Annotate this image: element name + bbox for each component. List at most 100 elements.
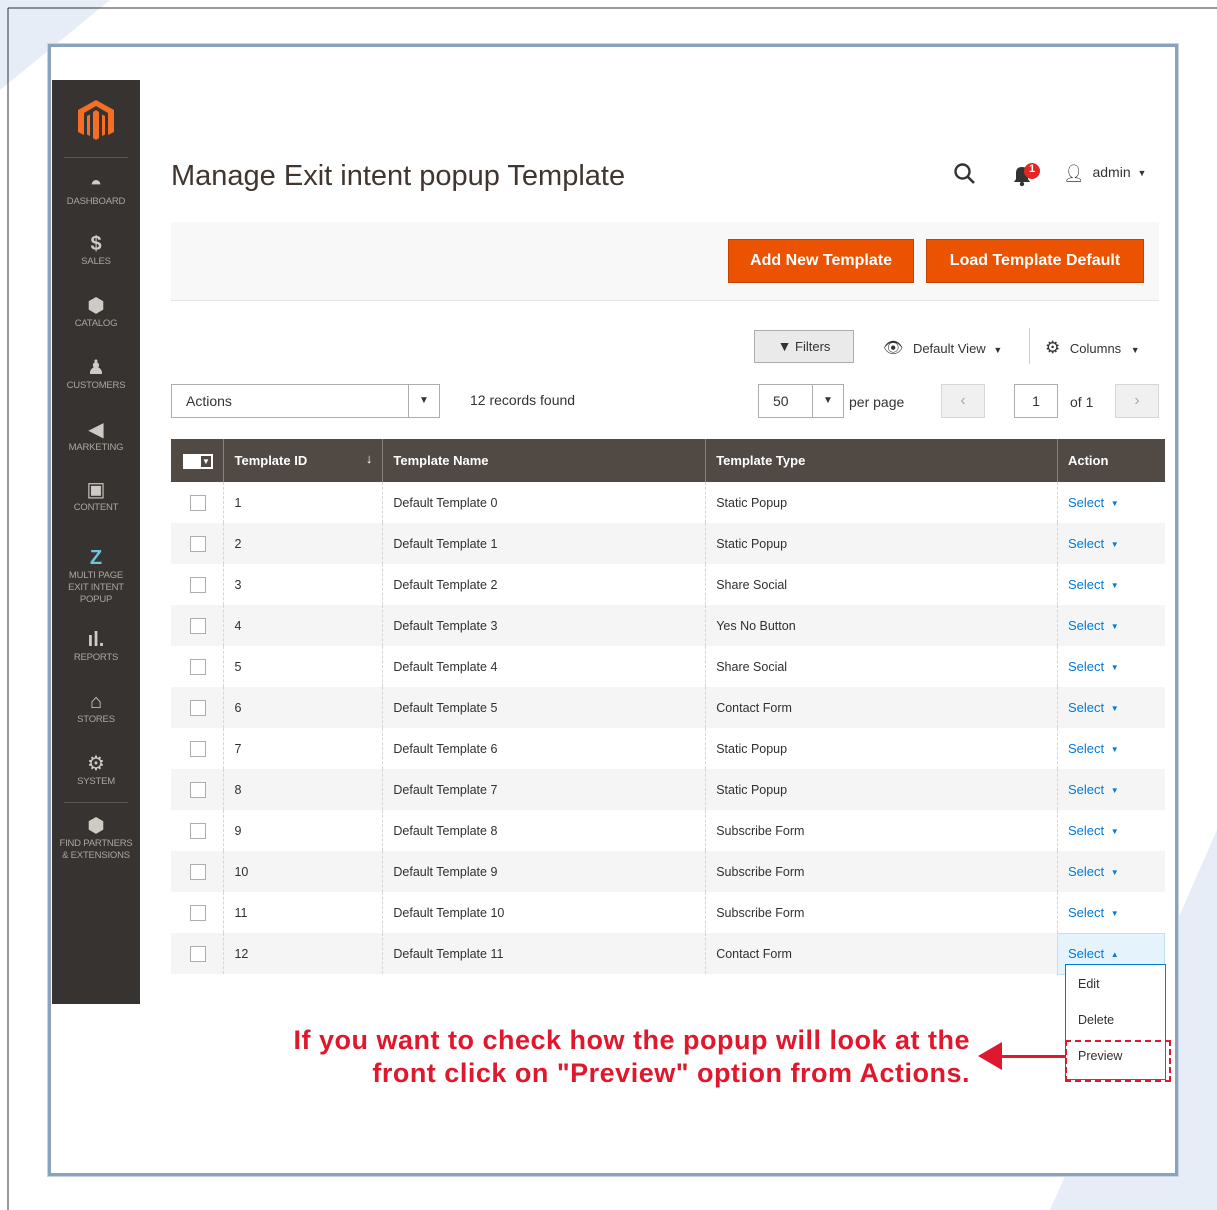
table-row[interactable]: 2 Default Template 1 Static Popup Select ▼ [171, 523, 1165, 564]
add-new-template-button[interactable]: Add New Template [728, 239, 914, 283]
page-number-input[interactable]: 1 [1014, 384, 1058, 418]
sidebar-item-system[interactable]: ⚙ SYSTEM [52, 752, 140, 788]
sidebar-item-stores[interactable]: ⌂ STORES [52, 690, 140, 726]
table-row[interactable]: 8 Default Template 7 Static Popup Select ▼ [171, 769, 1165, 810]
user-menu[interactable]: 👤︎ admin ▼ [1063, 164, 1146, 184]
annotation-line-2: front click on "Preview" option from Act… [372, 1058, 970, 1088]
action-select-link[interactable]: Select ▼ [1068, 659, 1119, 674]
sidebar-item-sales[interactable]: $ SALES [52, 232, 140, 268]
row-checkbox[interactable] [190, 781, 206, 798]
column-header-template-id[interactable]: Template ID ↓ [223, 439, 384, 482]
chevron-down-icon: ▼ [993, 345, 1003, 355]
cube-icon: ⬢ [87, 295, 105, 317]
action-select-link[interactable]: Select ▼ [1068, 536, 1119, 551]
row-select-cell [171, 892, 224, 933]
cell-action: Select ▼ [1056, 892, 1165, 933]
action-select-link[interactable]: Select ▼ [1068, 741, 1119, 756]
sidebar-item-find-partners[interactable]: ⬢ FIND PARTNERS & EXTENSIONS [52, 814, 140, 862]
column-header-template-type[interactable]: Template Type [705, 439, 1058, 482]
annotation-arrow-line [998, 1055, 1066, 1058]
cell-template-type: Share Social [705, 564, 1058, 605]
sidebar-divider [64, 802, 128, 803]
row-checkbox[interactable] [190, 658, 206, 675]
eye-icon: 👁︎ [883, 340, 904, 357]
menu-item-edit[interactable]: Edit [1078, 977, 1100, 991]
column-header-template-name[interactable]: Template Name [382, 439, 707, 482]
box-icon: ⬢ [87, 815, 105, 837]
action-select-link[interactable]: Select ▲ [1068, 946, 1119, 961]
chevron-down-icon: ▼ [1110, 499, 1119, 508]
row-checkbox[interactable] [190, 904, 206, 921]
action-select-link[interactable]: Select ▼ [1068, 823, 1119, 838]
row-checkbox[interactable] [190, 535, 206, 552]
row-checkbox[interactable] [190, 822, 206, 839]
default-view-switcher[interactable]: 👁︎ Default View ▼ [883, 338, 1002, 358]
row-checkbox[interactable] [190, 699, 206, 716]
sidebar-item-content[interactable]: ▣ CONTENT [52, 478, 140, 514]
cell-template-id: 6 [223, 687, 383, 728]
filters-button[interactable]: ▼ Filters [754, 330, 854, 363]
search-icon[interactable] [953, 162, 977, 191]
table-row[interactable]: 7 Default Template 6 Static Popup Select ▼ [171, 728, 1165, 769]
cell-template-type: Contact Form [705, 933, 1058, 974]
row-checkbox[interactable] [190, 617, 206, 634]
notifications-bell-icon[interactable]: 1 [1010, 162, 1042, 193]
cell-action: Select ▼ [1056, 769, 1165, 810]
store-icon: ⌂ [89, 691, 103, 713]
sidebar-item-catalog[interactable]: ⬢ CATALOG [52, 294, 140, 330]
action-select-link[interactable]: Select ▼ [1068, 905, 1119, 920]
sidebar-item-marketing[interactable]: ◀ MARKETING [52, 418, 140, 454]
z-logo-icon: Z [89, 547, 103, 569]
row-checkbox[interactable] [190, 945, 206, 962]
action-select-link[interactable]: Select ▼ [1068, 618, 1119, 633]
table-row[interactable]: 6 Default Template 5 Contact Form Select ▼ [171, 687, 1165, 728]
mass-select-header[interactable]: ▼ [171, 439, 225, 482]
annotation-line-1: If you want to check how the popup will … [293, 1025, 970, 1055]
table-row[interactable]: 9 Default Template 8 Subscribe Form Select … [171, 810, 1165, 851]
table-row[interactable]: 5 Default Template 4 Share Social Select ▼ [171, 646, 1165, 687]
cell-template-id: 11 [223, 892, 383, 933]
table-row[interactable]: 10 Default Template 9 Subscribe Form Select… [171, 851, 1165, 892]
sidebar-item-reports[interactable]: ıl. REPORTS [52, 628, 140, 664]
menu-item-delete[interactable]: Delete [1078, 1013, 1114, 1027]
mass-actions-select[interactable]: Actions ▼ [171, 384, 440, 418]
table-row[interactable]: 1 Default Template 0 Static Popup Select ▼ [171, 482, 1165, 523]
mass-select-checkbox[interactable]: ▼ [183, 453, 213, 469]
gear-icon: ⚙ [1045, 338, 1061, 357]
table-row[interactable]: 11 Default Template 10 Subscribe Form Selec… [171, 892, 1165, 933]
table-row[interactable]: 3 Default Template 2 Share Social Select ▼ [171, 564, 1165, 605]
action-select-link[interactable]: Select ▼ [1068, 577, 1119, 592]
row-checkbox[interactable] [190, 494, 206, 511]
cell-template-name: Default Template 2 [382, 564, 706, 605]
cell-action: Select ▼ [1056, 482, 1165, 523]
row-checkbox[interactable] [190, 740, 206, 757]
cell-template-id: 10 [223, 851, 383, 892]
table-row[interactable]: 12 Default Template 11 Contact Form Select … [171, 932, 1166, 975]
action-select-link[interactable]: Select ▼ [1068, 864, 1119, 879]
action-select-link[interactable]: Select ▼ [1068, 700, 1119, 715]
cell-template-id: 2 [223, 523, 383, 564]
sidebar-item-dashboard[interactable]: ◓ DASHBOARD [52, 172, 140, 208]
action-select-link[interactable]: Select ▼ [1068, 495, 1119, 510]
row-checkbox[interactable] [190, 863, 206, 880]
bar-chart-icon: ıl. [87, 629, 105, 651]
columns-button[interactable]: ⚙ Columns ▼ [1045, 338, 1140, 358]
per-page-select[interactable]: 50 ▼ [758, 384, 844, 418]
cell-action: Select ▼ [1056, 851, 1165, 892]
records-found: 12 records found [470, 392, 576, 408]
cell-template-name: Default Template 0 [382, 482, 706, 523]
cell-template-id: 7 [223, 728, 383, 769]
templates-grid: ▼ Template ID ↓ Template Name Template T… [171, 439, 1166, 975]
table-row[interactable]: 4 Default Template 3 Yes No Button Select ▼ [171, 605, 1165, 646]
load-template-default-button[interactable]: Load Template Default [926, 239, 1144, 283]
chevron-down-icon: ▼ [1137, 168, 1147, 178]
row-checkbox[interactable] [190, 576, 206, 593]
action-select-link[interactable]: Select ▼ [1068, 782, 1119, 797]
magento-logo-icon[interactable] [76, 98, 116, 142]
next-page-button[interactable]: › [1115, 384, 1159, 418]
cell-template-id: 9 [223, 810, 383, 851]
prev-page-button[interactable]: ‹ [941, 384, 985, 418]
gear-icon: ⚙ [87, 753, 105, 775]
sidebar-item-exit-intent-popup[interactable]: Z MULTI PAGE EXIT INTENT POPUP [52, 546, 140, 606]
sidebar-item-customers[interactable]: ♟ CUSTOMERS [52, 356, 140, 392]
